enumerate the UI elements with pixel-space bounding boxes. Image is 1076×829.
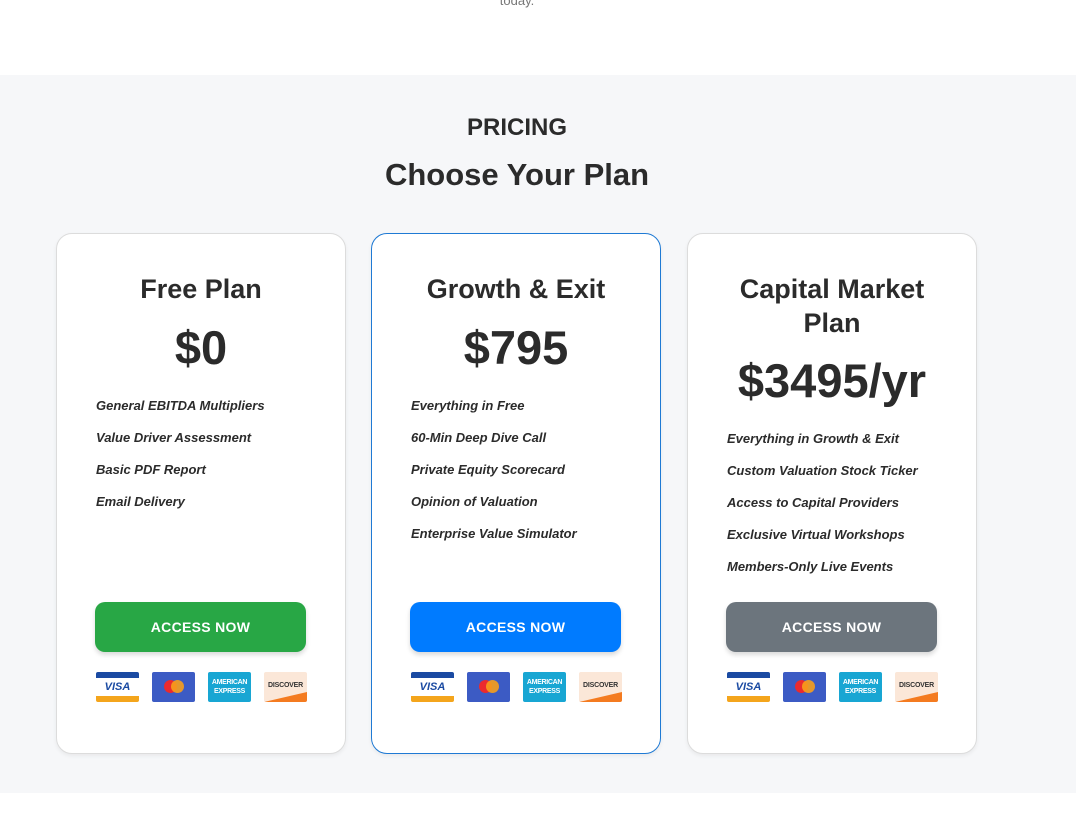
feature-item: Everything in Free	[411, 398, 525, 413]
plan-price: $0	[174, 321, 228, 374]
amex-icon: AMERICAN EXPRESS	[208, 672, 251, 702]
feature-item: Opinion of Valuation	[411, 494, 538, 509]
feature-item: Custom Valuation Stock Ticker	[727, 463, 918, 478]
plan-title: Capital Market Plan	[739, 274, 925, 338]
feature-item: Value Driver Assessment	[96, 430, 252, 445]
plan-price: $795	[463, 321, 569, 374]
feature-item: Basic PDF Report	[96, 462, 206, 477]
plan-card-growth-exit: Growth & Exit $795 Everything in Free 60…	[371, 233, 661, 754]
mastercard-icon	[152, 672, 195, 702]
discover-icon: DISCOVER	[264, 672, 307, 702]
feature-item: Email Delivery	[96, 494, 185, 509]
visa-icon: VISA	[727, 672, 770, 702]
plan-card-free: Free Plan $0 General EBITDA Multipliers …	[56, 233, 346, 754]
discover-icon: DISCOVER	[895, 672, 938, 702]
discover-icon: DISCOVER	[579, 672, 622, 702]
feature-item: Members-Only Live Events	[727, 559, 894, 574]
pricing-section: PRICING Choose Your Plan Free Plan $0 Ge…	[0, 75, 1076, 793]
plan-title: Growth & Exit	[426, 274, 606, 304]
payment-icons: VISA AMERICAN EXPRESS DISCOVER	[96, 672, 307, 702]
feature-list: General EBITDA Multipliers Value Driver …	[96, 398, 325, 526]
payment-icons: VISA AMERICAN EXPRESS DISCOVER	[727, 672, 938, 702]
plan-title: Free Plan	[140, 274, 262, 304]
mastercard-icon	[467, 672, 510, 702]
feature-item: Private Equity Scorecard	[411, 462, 565, 477]
feature-item: Exclusive Virtual Workshops	[727, 527, 905, 542]
visa-icon: VISA	[411, 672, 454, 702]
plan-price: $3495/yr	[737, 354, 927, 407]
amex-icon: AMERICAN EXPRESS	[523, 672, 566, 702]
intro-tail-text: today.	[499, 0, 535, 8]
access-now-button[interactable]: ACCESS NOW	[410, 602, 621, 652]
feature-item: General EBITDA Multipliers	[96, 398, 265, 413]
feature-item: Access to Capital Providers	[727, 495, 899, 510]
pricing-eyebrow: PRICING	[466, 114, 567, 141]
feature-list: Everything in Free 60-Min Deep Dive Call…	[411, 398, 640, 558]
feature-item: Everything in Growth & Exit	[727, 431, 899, 446]
access-now-button[interactable]: ACCESS NOW	[95, 602, 306, 652]
feature-list: Everything in Growth & Exit Custom Valua…	[727, 431, 956, 591]
plan-card-capital-market: Capital Market Plan $3495/yr Everything …	[687, 233, 977, 754]
access-now-button[interactable]: ACCESS NOW	[726, 602, 937, 652]
pricing-heading: Choose Your Plan	[384, 157, 650, 192]
mastercard-icon	[783, 672, 826, 702]
amex-icon: AMERICAN EXPRESS	[839, 672, 882, 702]
feature-item: Enterprise Value Simulator	[411, 526, 577, 541]
visa-icon: VISA	[96, 672, 139, 702]
feature-item: 60-Min Deep Dive Call	[411, 430, 547, 445]
payment-icons: VISA AMERICAN EXPRESS DISCOVER	[411, 672, 622, 702]
